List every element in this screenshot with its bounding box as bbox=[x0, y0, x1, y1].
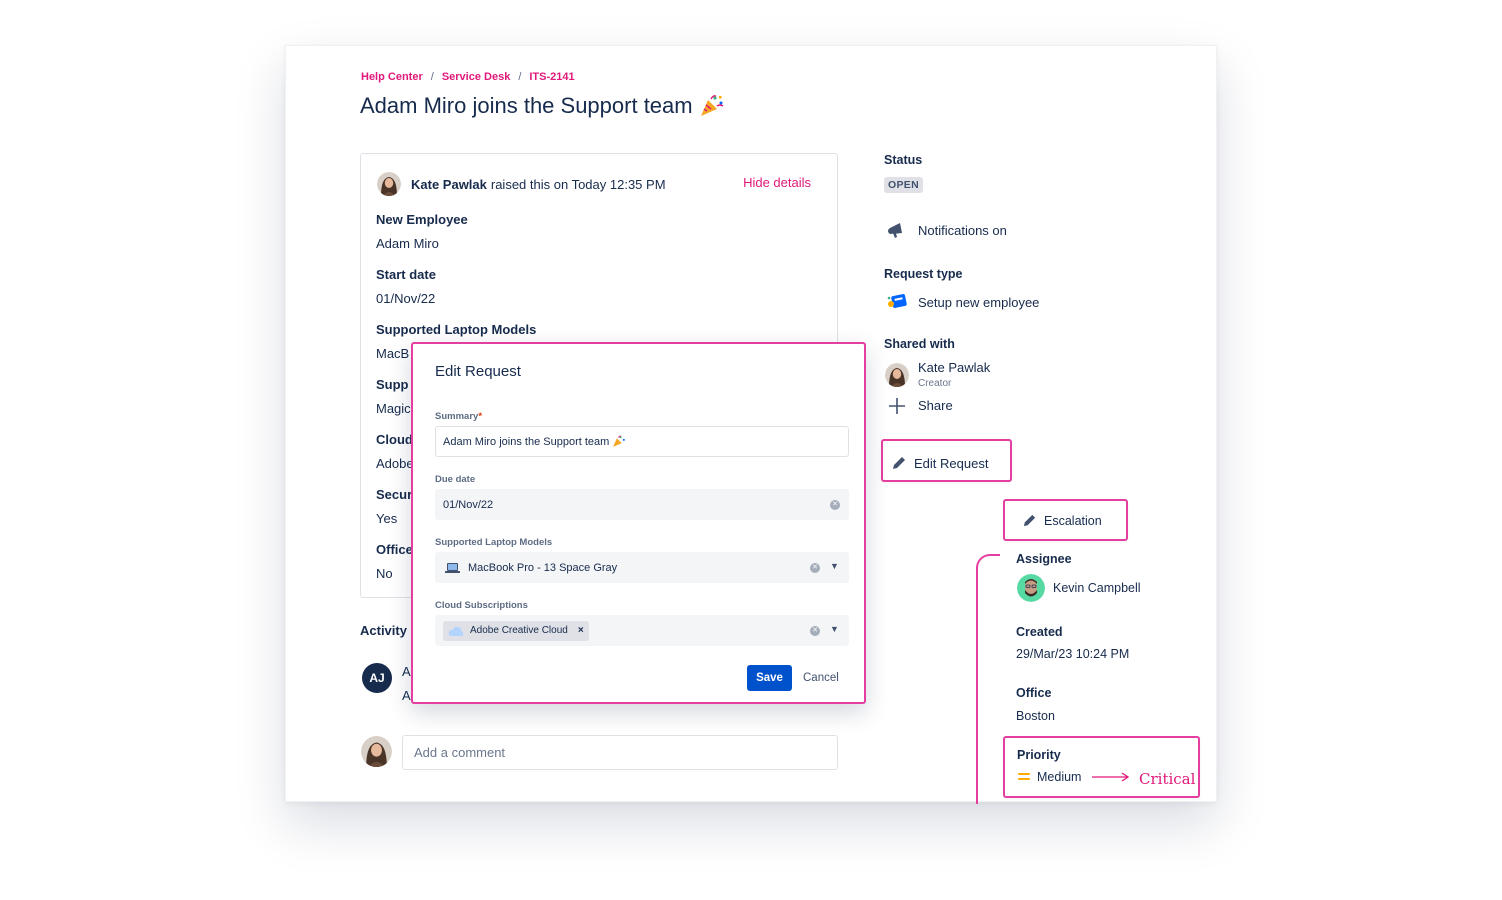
field-label: New Employee bbox=[376, 212, 468, 227]
page-title: Adam Miro joins the Support team bbox=[360, 93, 725, 119]
save-button[interactable]: Save bbox=[747, 665, 792, 691]
field-label: Office bbox=[376, 542, 413, 557]
assignee-name[interactable]: Kevin Campbell bbox=[1053, 581, 1141, 595]
field-label: Cloud bbox=[376, 432, 413, 447]
breadcrumb-separator: / bbox=[430, 71, 434, 83]
priority-medium-icon bbox=[1018, 773, 1030, 780]
office-label: Office bbox=[1016, 686, 1052, 700]
party-popper-icon bbox=[613, 435, 626, 447]
remove-chip-icon[interactable]: × bbox=[578, 625, 584, 636]
laptop-models-value: MacBook Pro - 13 Space Gray bbox=[468, 561, 618, 574]
new-employee-request-icon bbox=[887, 294, 907, 308]
priority-from-value: Medium bbox=[1037, 770, 1082, 784]
due-date-value: 01/Nov/22 bbox=[443, 498, 494, 511]
chevron-down-icon[interactable]: ▼ bbox=[830, 624, 839, 634]
field-label: Secur bbox=[376, 487, 413, 502]
shared-user-role: Creator bbox=[918, 378, 952, 389]
field-value: Yes bbox=[376, 511, 398, 526]
cloud-icon bbox=[448, 626, 464, 636]
modal-title: Edit Request bbox=[435, 363, 521, 380]
laptop-icon bbox=[445, 562, 460, 573]
breadcrumb-separator: / bbox=[518, 71, 522, 83]
field-value: Adam Miro bbox=[376, 236, 439, 251]
activity-heading: Activity bbox=[360, 623, 407, 638]
escalation-label: Escalation bbox=[1044, 513, 1102, 528]
pencil-icon bbox=[893, 457, 905, 469]
breadcrumb-service-desk[interactable]: Service Desk bbox=[442, 71, 511, 83]
notifications-toggle[interactable]: Notifications on bbox=[918, 223, 1007, 238]
required-asterisk: * bbox=[478, 411, 483, 422]
shared-user-avatar bbox=[885, 363, 909, 387]
priority-label: Priority bbox=[1017, 748, 1061, 762]
clear-icon[interactable]: ✕ bbox=[830, 500, 840, 510]
add-comment-input[interactable]: Add a comment bbox=[402, 735, 838, 770]
megaphone-icon[interactable] bbox=[887, 221, 907, 239]
due-date-input[interactable]: 01/Nov/22 ✕ bbox=[435, 489, 849, 520]
aj-avatar: AJ bbox=[362, 663, 392, 693]
field-value: Magic bbox=[376, 401, 411, 416]
raised-text: raised this on Today 12:35 PM bbox=[490, 176, 666, 192]
field-label: Supported Laptop Models bbox=[376, 322, 537, 337]
office-value: Boston bbox=[1016, 709, 1055, 723]
priority-to-value: Critical bbox=[1139, 770, 1196, 788]
due-date-label: Due date bbox=[435, 474, 476, 485]
activity-entry-line: A bbox=[402, 664, 411, 679]
share-button[interactable]: Share bbox=[918, 398, 953, 413]
summary-input-value: Adam Miro joins the Support team bbox=[443, 435, 610, 448]
edit-request-modal: Edit Request Summary* Adam Miro joins th… bbox=[411, 342, 866, 704]
priority-box: Priority Medium Critical bbox=[1003, 736, 1200, 798]
current-user-avatar bbox=[361, 736, 392, 767]
field-label: Start date bbox=[376, 267, 436, 282]
kevin-campbell-avatar bbox=[1017, 574, 1045, 602]
raised-by-row: Kate Pawlak raised this on Today 12:35 P… bbox=[377, 172, 666, 196]
selected-chip: Adobe Creative Cloud × bbox=[443, 620, 589, 641]
clear-icon[interactable]: ✕ bbox=[810, 626, 820, 636]
chevron-down-icon[interactable]: ▼ bbox=[830, 561, 839, 571]
field-value: Adobe bbox=[376, 456, 414, 471]
status-badge: OPEN bbox=[884, 177, 923, 193]
summary-label: Summary* bbox=[435, 411, 482, 422]
escalation-fields-bracket bbox=[976, 554, 1000, 804]
breadcrumb-issue-key[interactable]: ITS-2141 bbox=[529, 71, 574, 83]
pencil-icon bbox=[1023, 514, 1036, 527]
breadcrumb-help-center[interactable]: Help Center bbox=[361, 71, 423, 83]
created-value: 29/Mar/23 10:24 PM bbox=[1016, 647, 1130, 661]
field-value: MacB bbox=[376, 346, 410, 361]
field-label: Supp bbox=[376, 377, 409, 392]
clear-icon[interactable]: ✕ bbox=[810, 563, 820, 573]
plus-icon[interactable] bbox=[888, 397, 906, 415]
assignee-label: Assignee bbox=[1016, 552, 1072, 566]
hide-details-link[interactable]: Hide details bbox=[743, 175, 811, 190]
breadcrumb: Help Center / Service Desk / ITS-2141 bbox=[361, 71, 575, 83]
summary-input[interactable]: Adam Miro joins the Support team bbox=[435, 426, 849, 457]
cloud-subscriptions-select[interactable]: Adobe Creative Cloud × ✕ ▼ bbox=[435, 615, 849, 646]
cloud-subscriptions-label: Cloud Subscriptions bbox=[435, 600, 528, 611]
kate-pawlak-avatar bbox=[377, 172, 401, 196]
arrow-right-icon bbox=[1092, 772, 1130, 782]
escalation-button[interactable]: Escalation bbox=[1003, 499, 1128, 541]
party-popper-icon bbox=[700, 95, 723, 116]
page-title-text: Adam Miro joins the Support team bbox=[360, 93, 693, 118]
status-label: Status bbox=[884, 153, 923, 167]
shared-with-label: Shared with bbox=[884, 337, 955, 351]
summary-label-text: Summary bbox=[435, 411, 479, 422]
laptop-models-label: Supported Laptop Models bbox=[435, 537, 553, 548]
shared-user-name: Kate Pawlak bbox=[918, 360, 991, 375]
edit-request-button[interactable]: Edit Request bbox=[881, 439, 1012, 482]
field-value: 01/Nov/22 bbox=[376, 291, 436, 306]
reporter-name[interactable]: Kate Pawlak bbox=[411, 177, 487, 192]
request-type-value: Setup new employee bbox=[918, 295, 1040, 310]
created-label: Created bbox=[1016, 625, 1063, 639]
request-type-label: Request type bbox=[884, 267, 963, 281]
chip-label: Adobe Creative Cloud bbox=[470, 625, 568, 636]
cancel-button[interactable]: Cancel bbox=[803, 665, 839, 691]
edit-request-label: Edit Request bbox=[914, 455, 989, 471]
field-value: No bbox=[376, 566, 393, 581]
activity-entry-line: A bbox=[402, 688, 411, 703]
laptop-models-select[interactable]: MacBook Pro - 13 Space Gray ✕ ▼ bbox=[435, 552, 849, 583]
